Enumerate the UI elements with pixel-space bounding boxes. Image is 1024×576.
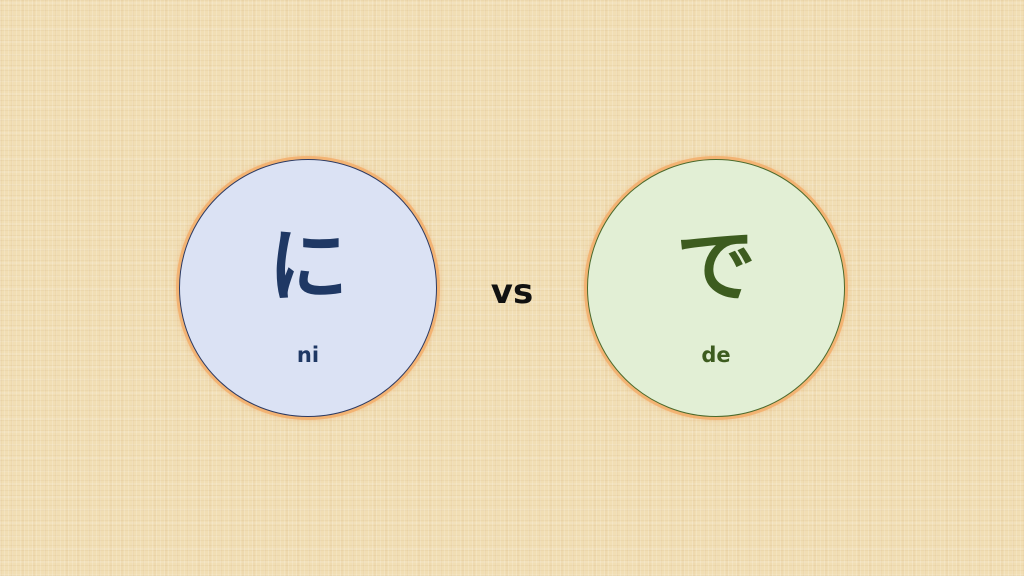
kana-de: で xyxy=(676,220,756,313)
kana-ni: に xyxy=(268,220,348,313)
slide: に ni vs で de xyxy=(0,0,1024,576)
romaji-de: de xyxy=(701,343,731,367)
romaji-ni: ni xyxy=(296,343,320,367)
particle-de-circle: で de xyxy=(587,159,845,417)
particle-ni-circle: に ni xyxy=(179,159,437,417)
vs-label: vs xyxy=(490,272,534,312)
